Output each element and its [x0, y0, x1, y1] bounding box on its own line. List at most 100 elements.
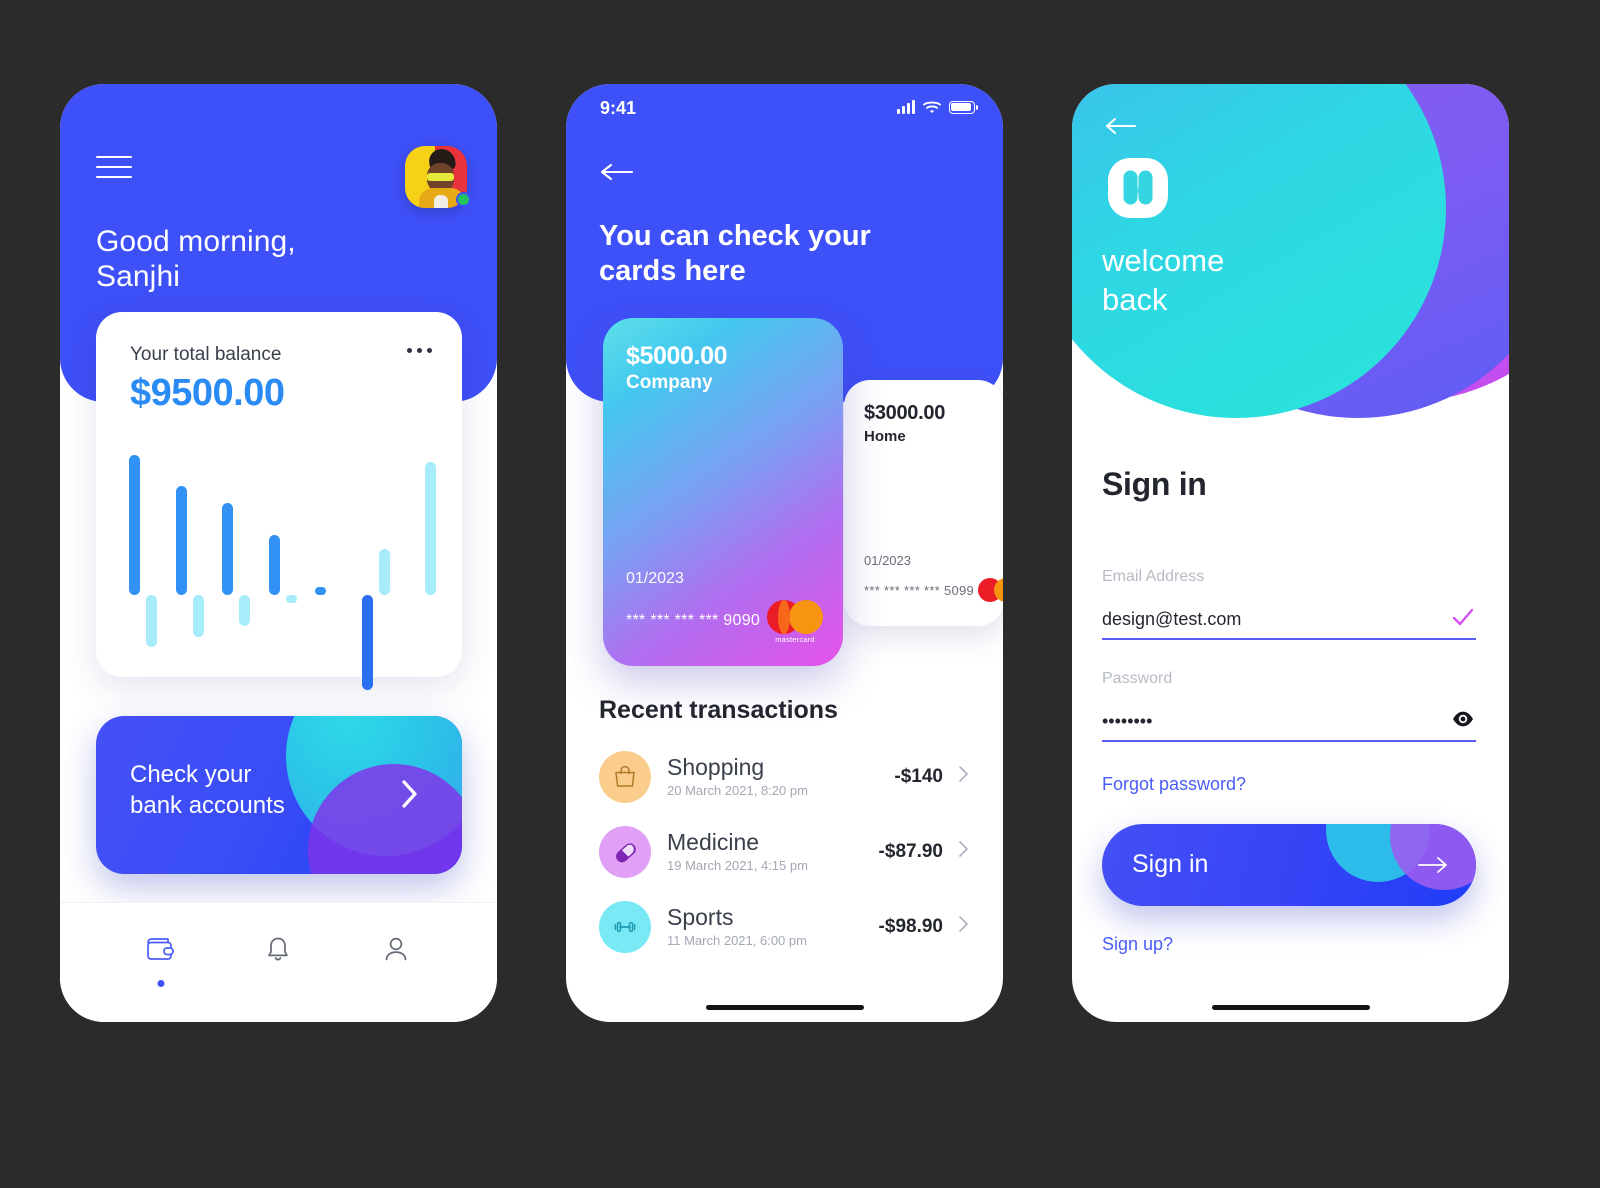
card-company[interactable]: $5000.00 Company 01/2023 *** *** *** ***…: [603, 318, 843, 666]
cards-page-title: You can check your cards here: [599, 219, 919, 289]
transactions-list: Shopping 20 March 2021, 8:20 pm -$140 Medic…: [599, 739, 971, 964]
transaction-title: Medicine: [667, 828, 760, 855]
ellipsis-icon[interactable]: [407, 348, 432, 353]
chart-bar: [361, 595, 373, 691]
mastercard-icon: [978, 578, 1003, 602]
greeting: Good morning, Sanjhi: [96, 224, 426, 295]
promo-line-2: bank accounts: [130, 791, 285, 819]
bottom-tab-bar: [60, 902, 497, 1022]
dumbbell-icon: [599, 900, 651, 953]
password-input[interactable]: [1102, 711, 1450, 732]
wallet-icon: [146, 937, 174, 960]
card-home[interactable]: $3000.00 Home 01/2023 *** *** *** *** 50…: [844, 380, 1003, 626]
recent-transactions-title: Recent transactions: [599, 696, 838, 724]
balance-value: $9500.00: [130, 372, 285, 414]
transaction-date: 19 March 2021, 4:15 pm: [667, 858, 808, 874]
card-company-number: *** *** *** *** 9090: [626, 612, 761, 629]
status-bar: 9:41: [566, 84, 1003, 138]
greeting-line-2: Sanjhi: [96, 260, 180, 294]
screenshot-stage: Good morning, Sanjhi Your total balance …: [0, 0, 1600, 1188]
email-input[interactable]: [1102, 609, 1450, 630]
email-input-row: [1102, 604, 1476, 640]
transaction-row[interactable]: Medicine 19 March 2021, 4:15 pm -$87.90: [599, 814, 971, 889]
chart-bar: [146, 595, 158, 647]
signal-icon: [897, 100, 915, 114]
transaction-row[interactable]: Shopping 20 March 2021, 8:20 pm -$140: [599, 739, 971, 814]
forgot-password-link[interactable]: Forgot password?: [1102, 774, 1246, 795]
chart-bar: [315, 587, 327, 595]
check-icon: [1450, 604, 1476, 630]
chart-bar: [129, 455, 141, 595]
balance-card: Your total balance $9500.00: [96, 312, 462, 691]
hamburger-icon[interactable]: [96, 156, 132, 178]
welcome-text: welcome back: [1102, 242, 1224, 320]
chart-bar: [285, 595, 297, 603]
transaction-amount: -$87.90: [878, 840, 943, 862]
password-input-row: [1102, 706, 1476, 742]
home-indicator: [1211, 1005, 1370, 1010]
arrow-right-icon: [1418, 854, 1448, 876]
transaction-title: Sports: [667, 903, 734, 930]
card-company-amount: $5000.00: [626, 342, 728, 370]
phone-signin-screen: welcome back Sign in Email Address Passw…: [1072, 84, 1509, 1022]
tab-wallet[interactable]: [135, 923, 187, 987]
chart-bar: [425, 462, 437, 595]
bell-icon: [268, 937, 289, 960]
arrow-left-icon[interactable]: [599, 160, 635, 184]
transaction-date: 20 March 2021, 8:20 pm: [667, 783, 808, 799]
transaction-amount: -$140: [894, 765, 943, 787]
avatar-glasses: [427, 173, 454, 181]
chart-bar: [175, 485, 187, 595]
check-bank-accounts-card[interactable]: Check your bank accounts: [96, 716, 462, 874]
cards-title-line-2: cards here: [599, 254, 746, 287]
mastercard-label: mastercard: [775, 635, 815, 644]
user-icon: [385, 937, 407, 960]
pill-icon: [599, 825, 651, 878]
chart-bar: [222, 502, 234, 595]
tab-profile[interactable]: [370, 923, 422, 975]
tab-active-indicator: [157, 979, 165, 987]
card-company-name: Company: [626, 372, 713, 393]
transaction-amount: -$98.90: [878, 915, 943, 937]
transaction-text: Sports 11 March 2021, 6:00 pm: [667, 903, 879, 949]
chevron-right-icon: [400, 778, 420, 810]
chart-bar: [378, 548, 390, 595]
transaction-title: Shopping: [667, 753, 765, 780]
signin-button[interactable]: Sign in: [1102, 824, 1476, 906]
avatar-collar: [434, 195, 448, 208]
mastercard-icon: mastercard: [767, 600, 823, 644]
app-logo-icon: [1102, 152, 1174, 224]
card-company-expiry: 01/2023: [626, 570, 684, 587]
transaction-date: 11 March 2021, 6:00 pm: [667, 933, 807, 949]
balance-bar-chart: [116, 447, 442, 691]
tab-notifications[interactable]: [252, 923, 304, 975]
status-time: 9:41: [600, 98, 637, 118]
promo-line-1: Check your: [130, 761, 252, 788]
card-home-amount: $3000.00: [864, 402, 946, 424]
greeting-line-1: Good morning,: [96, 225, 296, 258]
avatar-online-status-dot: [456, 192, 471, 207]
password-label: Password: [1102, 670, 1173, 687]
arrow-left-icon[interactable]: [1104, 114, 1138, 138]
transaction-text: Medicine 19 March 2021, 4:15 pm: [667, 828, 879, 874]
balance-label: Your total balance: [130, 344, 282, 365]
signin-button-label: Sign in: [1132, 850, 1209, 878]
signin-heading: Sign in: [1102, 466, 1207, 502]
promo-text: Check your bank accounts: [130, 760, 345, 821]
password-field-group: Password: [1102, 670, 1476, 742]
eye-icon[interactable]: [1450, 706, 1476, 732]
home-indicator: [705, 1005, 864, 1010]
welcome-line-1: welcome: [1102, 243, 1225, 278]
chart-bar: [239, 595, 251, 626]
wifi-icon: [923, 101, 941, 113]
phone-home-screen: Good morning, Sanjhi Your total balance …: [60, 84, 497, 1022]
card-home-number: *** *** *** *** 5099: [864, 583, 975, 598]
chart-bar: [268, 534, 280, 595]
signup-link[interactable]: Sign up?: [1102, 934, 1173, 955]
card-home-name: Home: [864, 428, 906, 445]
welcome-line-2: back: [1102, 281, 1168, 317]
transaction-text: Shopping 20 March 2021, 8:20 pm: [667, 753, 894, 799]
phone-cards-screen: 9:41 You can check your cards here $3000…: [566, 84, 1003, 1022]
email-field-group: Email Address: [1102, 568, 1476, 640]
transaction-row[interactable]: Sports 11 March 2021, 6:00 pm -$98.90: [599, 889, 971, 964]
